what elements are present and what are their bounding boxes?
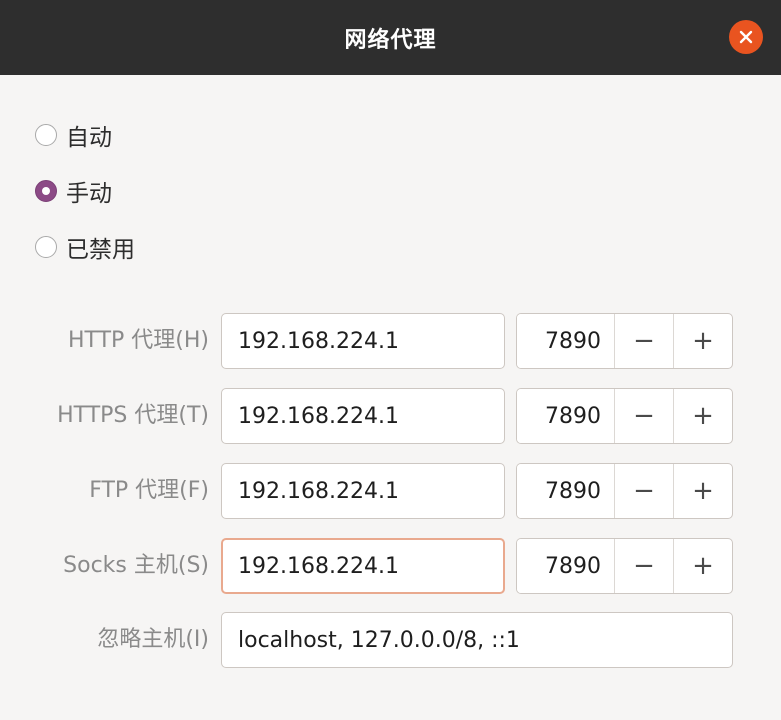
ignore-hosts-input[interactable] [221, 612, 733, 668]
socks-port-input[interactable] [517, 539, 614, 593]
radio-label-manual: 手动 [66, 181, 112, 207]
window-title: 网络代理 [344, 27, 437, 53]
radio-automatic[interactable]: 自动 [35, 118, 112, 152]
socks-port-spinner: − + [516, 538, 733, 594]
close-button[interactable] [729, 20, 763, 54]
radio-disabled[interactable]: 已禁用 [35, 230, 135, 264]
socks-host-label: Socks 主机(S) [63, 553, 209, 578]
radio-label-automatic: 自动 [66, 125, 112, 151]
http-proxy-port-spinner: − + [516, 313, 733, 369]
http-proxy-port-input[interactable] [517, 314, 614, 368]
radio-circle[interactable] [35, 236, 57, 258]
radio-circle[interactable] [35, 124, 57, 146]
https-port-increment-button[interactable]: + [673, 389, 732, 443]
http-port-decrement-button[interactable]: − [614, 314, 673, 368]
https-proxy-host-input[interactable] [221, 388, 505, 444]
http-proxy-label: HTTP 代理(H) [67, 328, 209, 353]
ftp-port-increment-button[interactable]: + [673, 464, 732, 518]
ignore-hosts-label: 忽略主机(I) [97, 627, 209, 652]
ftp-port-decrement-button[interactable]: − [614, 464, 673, 518]
radio-manual[interactable]: 手动 [35, 174, 112, 208]
ftp-proxy-port-spinner: − + [516, 463, 733, 519]
socks-port-increment-button[interactable]: + [673, 539, 732, 593]
https-proxy-port-spinner: − + [516, 388, 733, 444]
https-proxy-label: HTTPS 代理(T) [57, 403, 209, 428]
radio-circle-checked[interactable] [35, 180, 57, 202]
https-proxy-port-input[interactable] [517, 389, 614, 443]
socks-port-decrement-button[interactable]: − [614, 539, 673, 593]
http-proxy-host-input[interactable] [221, 313, 505, 369]
socks-host-input[interactable] [221, 538, 505, 594]
close-icon [739, 30, 753, 44]
ftp-proxy-label: FTP 代理(F) [89, 478, 209, 503]
https-port-decrement-button[interactable]: − [614, 389, 673, 443]
title-bar: 网络代理 [0, 0, 781, 75]
http-port-increment-button[interactable]: + [673, 314, 732, 368]
ftp-proxy-port-input[interactable] [517, 464, 614, 518]
radio-label-disabled: 已禁用 [66, 237, 135, 263]
ftp-proxy-host-input[interactable] [221, 463, 505, 519]
